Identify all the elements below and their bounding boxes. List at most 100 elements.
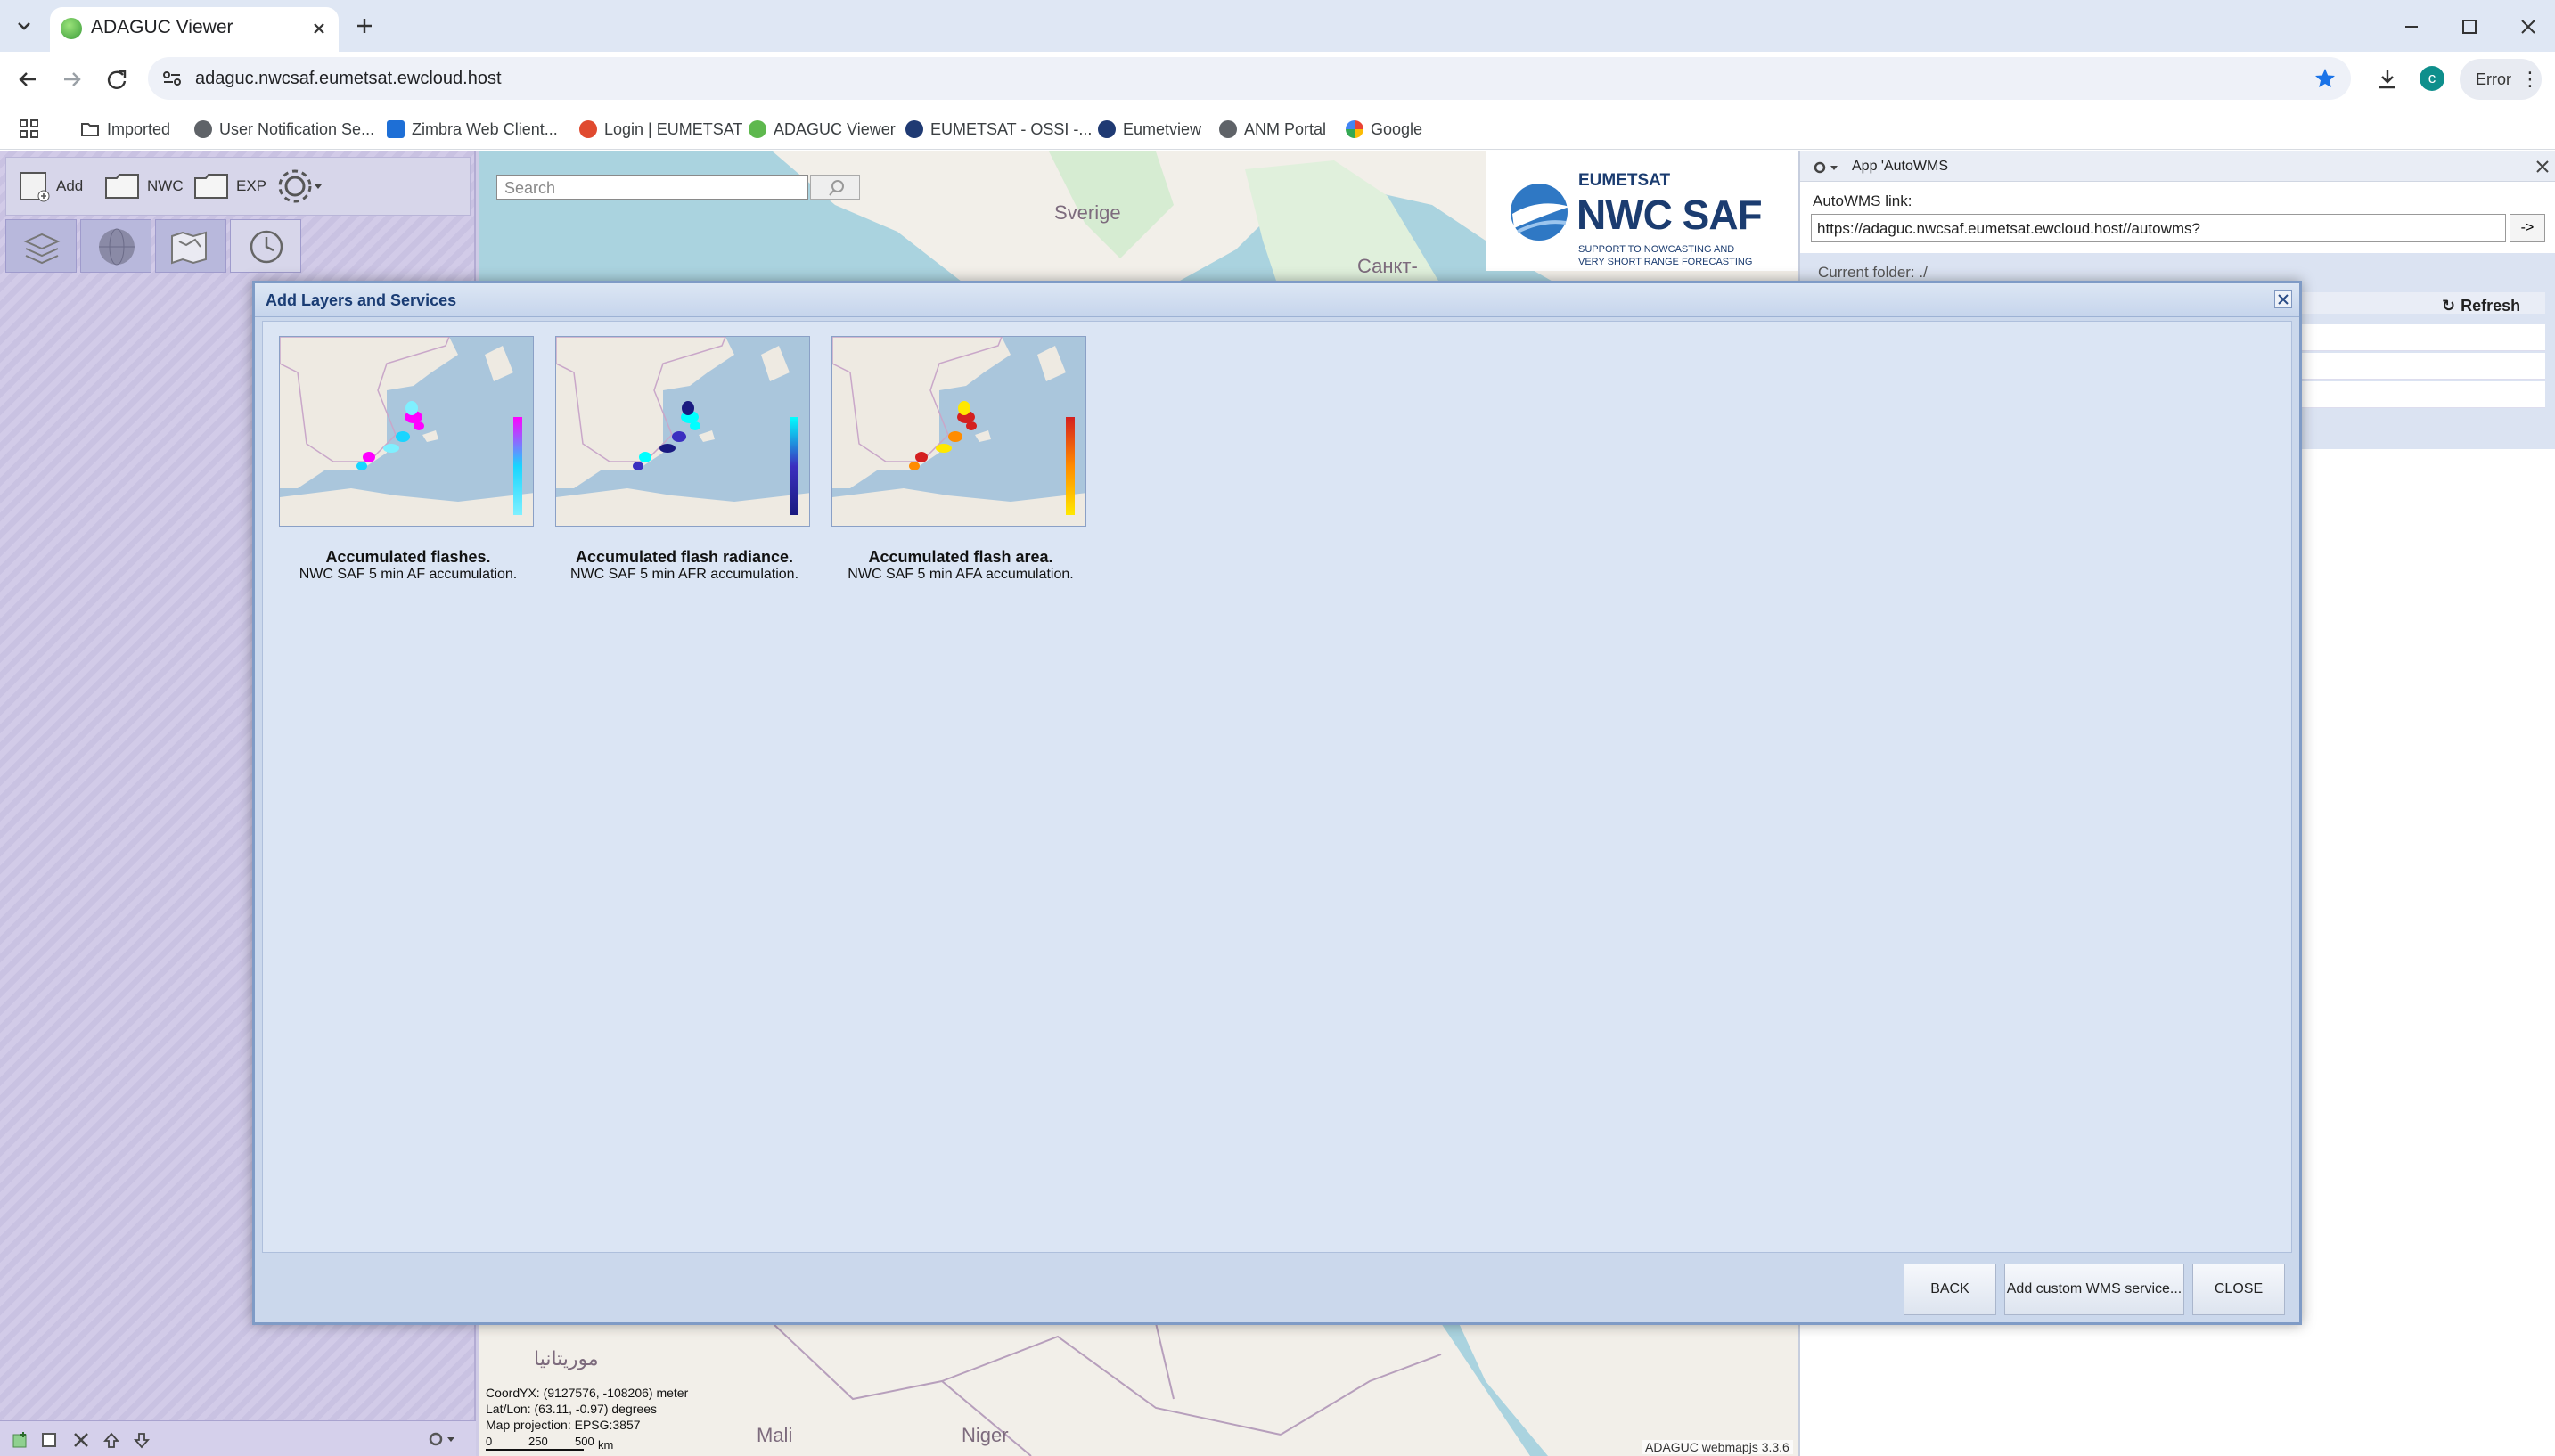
bookmark-label: EUMETSAT - OSSI -... [930,119,1093,138]
globe-tab[interactable] [80,219,151,273]
bookmark-login-eumetsat[interactable]: Login | EUMETSAT [579,118,742,141]
color-legend [790,417,798,515]
main-toolbar: Add NWC EXP [5,157,471,216]
autowms-link-input[interactable]: https://adaguc.nwcsaf.eumetsat.ewcloud.h… [1811,214,2506,242]
map-search-button[interactable] [810,175,860,200]
map-tab[interactable] [155,219,226,273]
logo-tagline-1: SUPPORT TO NOWCASTING AND [1578,244,1735,255]
folder-icon [105,174,139,199]
flash-blob [396,431,410,442]
add-button[interactable]: Add [17,167,83,206]
bookmark-eumetsat-ossi[interactable]: EUMETSAT - OSSI -... [905,118,1092,141]
bookmark-user-notification[interactable]: User Notification Se... [194,118,374,141]
layer-settings-gear-icon[interactable] [426,1428,456,1450]
flash-blob [659,444,676,453]
autowms-link-label: AutoWMS link: [1813,192,1912,209]
map-coordinate-readout: CoordYX: (9127576, -108206) meter Lat/Lo… [486,1385,688,1433]
layer-card-accumulated-flashes[interactable]: Accumulated flashes. NWC SAF 5 min AF ac… [279,336,537,585]
nwcsaf-logo: EUMETSAT NWC SAF SUPPORT TO NOWCASTING A… [1486,151,1798,271]
close-window-icon[interactable] [2516,14,2541,39]
error-menu-button[interactable]: Error ⋮ [2460,59,2542,100]
bookmark-adaguc[interactable]: ADAGUC Viewer [749,118,896,141]
logo-tagline-2: VERY SHORT RANGE FORECASTING [1578,257,1753,267]
dialog-title: Add Layers and Services [266,291,457,309]
reload-icon[interactable] [103,66,130,93]
bookmark-zimbra[interactable]: Zimbra Web Client... [387,118,558,141]
adaguc-favicon-icon [61,18,82,39]
zimbra-icon [387,120,405,138]
downloads-icon[interactable] [2374,66,2401,93]
autowms-title: App 'AutoWMS [1852,159,1948,174]
time-tab[interactable] [230,219,301,273]
delete-layer-icon[interactable] [71,1430,91,1450]
apps-grid-icon[interactable] [18,118,41,141]
refresh-button[interactable]: ↻ Refresh [2442,292,2545,319]
profile-avatar[interactable]: c [2420,66,2444,91]
flash-blob [383,444,399,453]
bookmark-google[interactable]: Google [1346,118,1422,141]
address-toolbar: adaguc.nwcsaf.eumetsat.ewcloud.host c Er… [0,52,2555,107]
map-search-input[interactable]: Search [496,175,808,200]
browser-tab-strip: ADAGUC Viewer [0,0,2555,52]
nwc-folder-button[interactable]: NWC [104,167,184,206]
tab-adaguc-viewer[interactable]: ADAGUC Viewer [50,7,339,52]
scale-bar: 0 250 500 km [486,1435,628,1452]
address-bar[interactable]: adaguc.nwcsaf.eumetsat.ewcloud.host [148,57,2351,100]
autowms-go-button[interactable]: -> [2510,214,2545,242]
panel-settings-gear-icon[interactable] [1813,159,1845,176]
layer-thumbnail[interactable] [555,336,810,527]
flash-blob [948,431,962,442]
close-panel-icon[interactable] [2535,159,2551,175]
flash-blob [682,401,694,415]
back-icon[interactable] [14,66,41,93]
minimize-icon[interactable] [2399,14,2424,39]
site-settings-icon[interactable] [160,68,184,89]
layer-subtitle: NWC SAF 5 min AF accumulation. [299,567,518,582]
layer-title: Accumulated flash radiance. [575,548,794,566]
layer-subtitle: NWC SAF 5 min AFA accumulation. [848,567,1074,582]
duplicate-layer-icon[interactable] [39,1430,59,1450]
flash-blob [958,401,970,415]
nwc-label: NWC [147,177,184,194]
layers-tab[interactable] [5,219,77,273]
layer-thumbnail[interactable] [279,336,534,527]
bookmark-label: Imported [107,119,171,138]
layers-icon [23,233,61,265]
bookmark-imported[interactable]: Imported [80,118,170,141]
move-up-icon[interactable] [102,1430,121,1450]
bookmarks-bar: Imported User Notification Se... Zimbra … [0,107,2555,150]
close-tab-icon[interactable] [308,18,330,39]
autowms-link-value: https://adaguc.nwcsaf.eumetsat.ewcloud.h… [1817,220,2200,237]
flash-blob [966,421,977,430]
bookmark-anm-portal[interactable]: ANM Portal [1219,118,1326,141]
new-tab-icon[interactable] [353,14,376,37]
bookmark-star-icon[interactable] [2313,67,2337,90]
flash-blob [633,462,643,470]
dialog-close-icon[interactable] [2274,290,2292,308]
map-label-mauritania: موريتانيا [534,1347,599,1370]
bookmark-eumetview[interactable]: Eumetview [1098,118,1201,141]
back-button[interactable]: BACK [1904,1264,1996,1315]
add-layer-small-icon[interactable] [11,1430,30,1450]
scale-unit: km [598,1438,614,1452]
map-label-sverige: Sverige [1054,201,1121,224]
flash-blob [405,401,418,415]
bookmark-label: Google [1371,119,1423,138]
layer-title: Accumulated flashes. [325,548,491,566]
settings-menu-button[interactable] [275,167,325,206]
layer-card-accumulated-flash-area[interactable]: Accumulated flash area. NWC SAF 5 min AF… [831,336,1090,585]
layer-thumbnail[interactable] [831,336,1086,527]
exp-folder-button[interactable]: EXP [193,167,266,206]
color-legend [513,417,522,515]
move-down-icon[interactable] [132,1430,151,1450]
coord-yx: CoordYX: (9127576, -108206) meter [486,1386,689,1400]
layer-card-accumulated-flash-radiance[interactable]: Accumulated flash radiance. NWC SAF 5 mi… [555,336,814,585]
adaguc-icon [749,120,766,138]
forward-icon[interactable] [59,66,86,93]
maximize-icon[interactable] [2457,14,2482,39]
add-custom-wms-button[interactable]: Add custom WMS service... [2004,1264,2184,1315]
tab-search-icon[interactable] [12,14,36,37]
close-button[interactable]: CLOSE [2192,1264,2285,1315]
folder-icon [194,174,228,199]
scale-bar-line [486,1449,584,1451]
